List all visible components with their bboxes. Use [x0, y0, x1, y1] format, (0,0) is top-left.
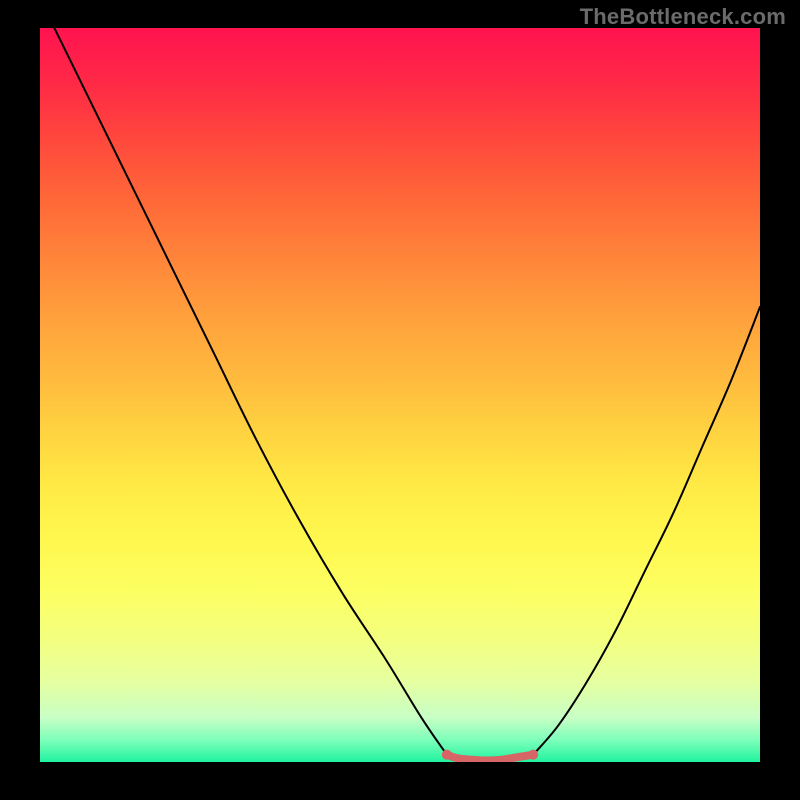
- gradient-background: [40, 28, 760, 762]
- watermark-text: TheBottleneck.com: [580, 4, 786, 30]
- plot-area: [40, 28, 760, 762]
- chart-frame: TheBottleneck.com: [0, 0, 800, 800]
